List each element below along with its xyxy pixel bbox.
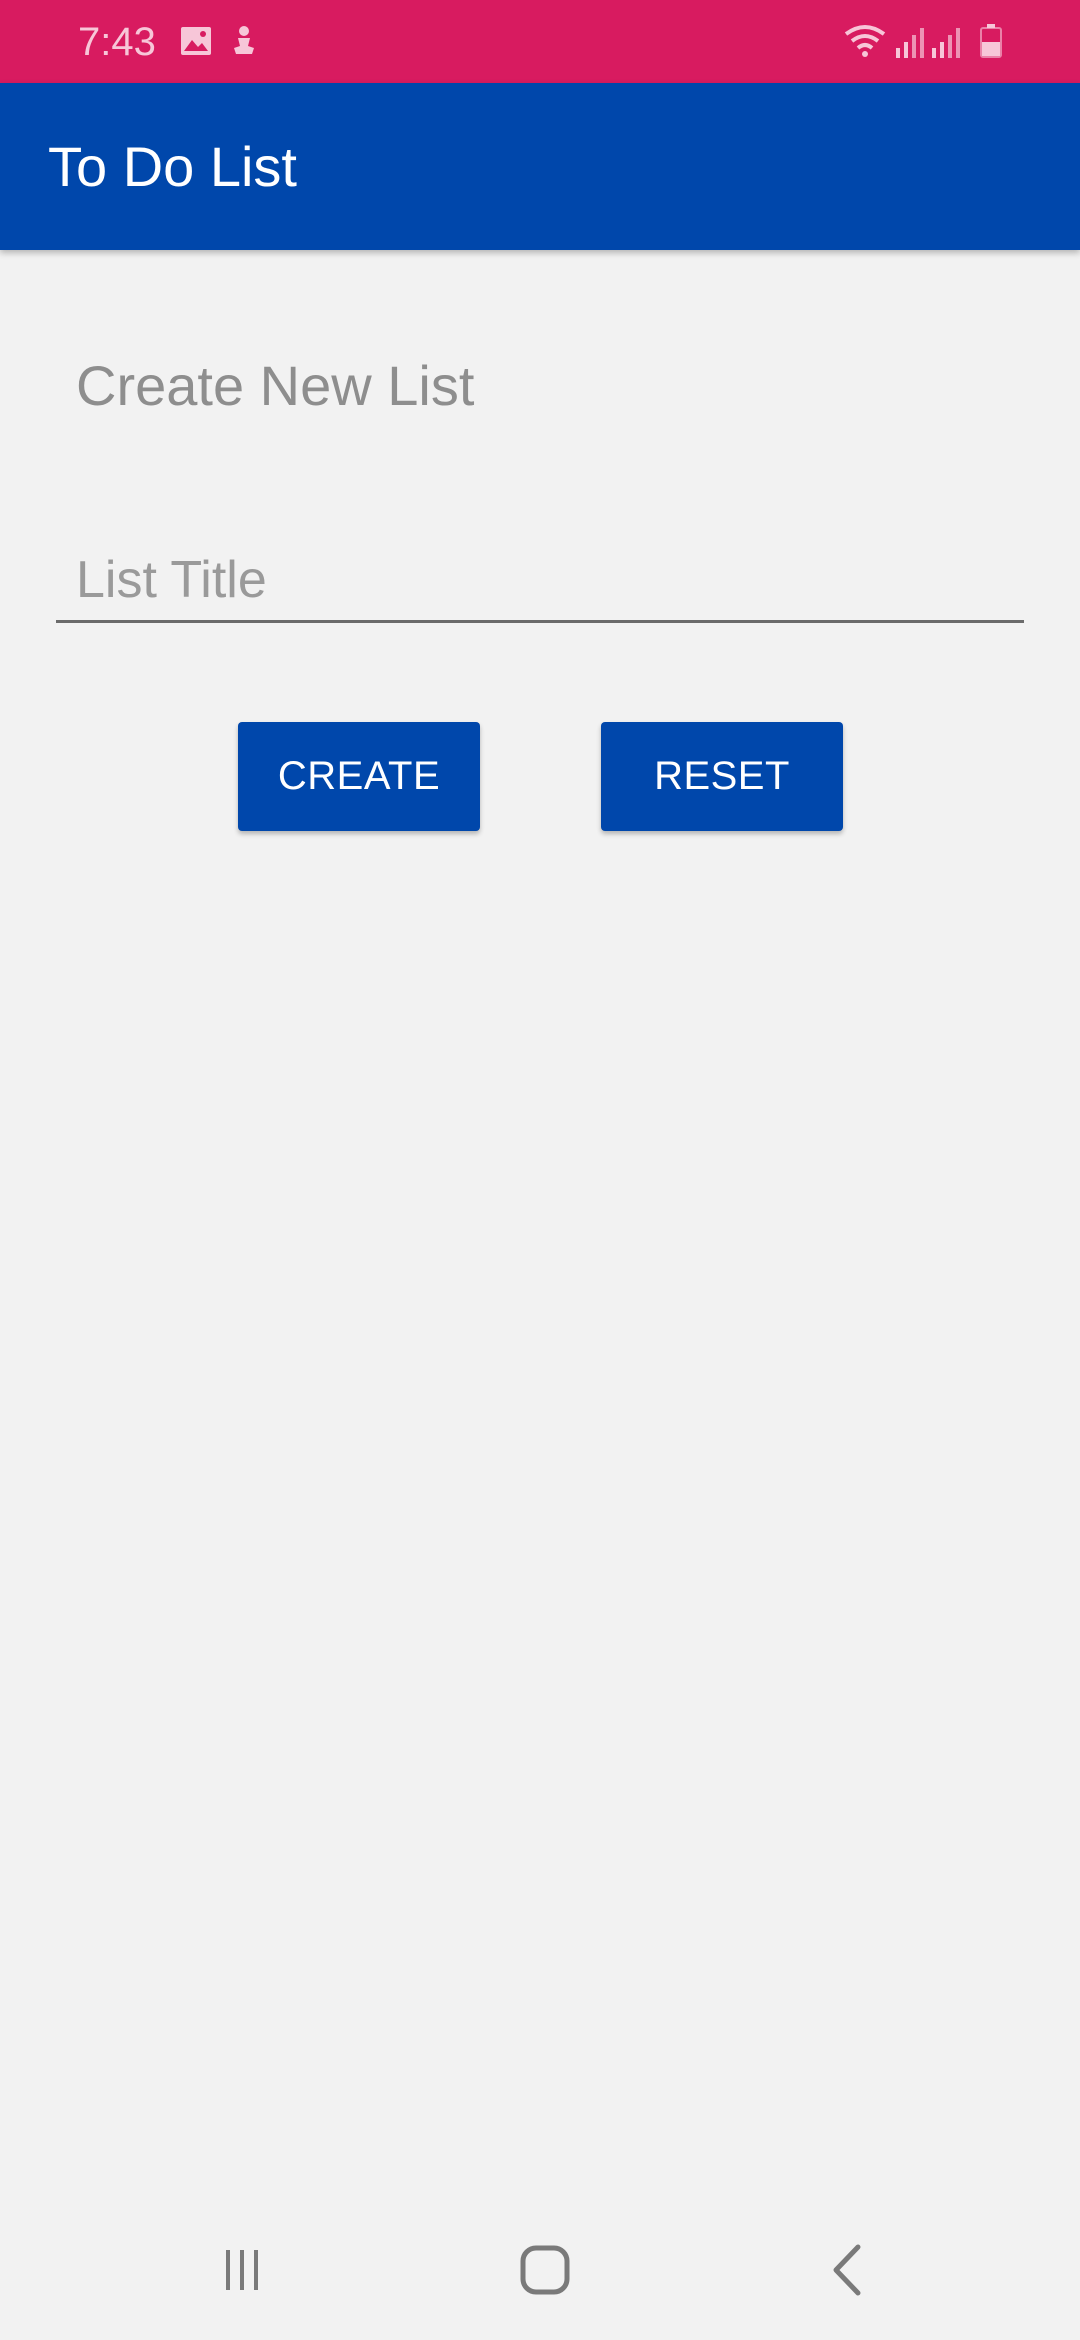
section-heading: Create New List bbox=[76, 354, 475, 417]
signal-icon-2 bbox=[932, 28, 960, 58]
battery-icon bbox=[980, 24, 1002, 58]
back-button[interactable] bbox=[748, 2200, 948, 2340]
status-bar: 7:43 bbox=[0, 0, 1080, 83]
app-title: To Do List bbox=[48, 135, 297, 198]
status-time: 7:43 bbox=[78, 20, 156, 64]
home-button[interactable] bbox=[445, 2200, 645, 2340]
signal-icon bbox=[896, 28, 924, 58]
app-notification-icon bbox=[234, 26, 254, 54]
home-icon bbox=[520, 2245, 570, 2295]
wifi-icon bbox=[844, 25, 886, 57]
recent-apps-icon bbox=[226, 2250, 258, 2290]
navigation-bar bbox=[0, 2200, 1080, 2340]
list-title-input[interactable] bbox=[76, 540, 1016, 620]
reset-button[interactable]: RESET bbox=[601, 722, 843, 831]
recent-apps-button[interactable] bbox=[142, 2200, 342, 2340]
image-icon bbox=[181, 27, 211, 55]
app-bar: To Do List bbox=[0, 83, 1080, 250]
back-icon bbox=[833, 2244, 861, 2296]
create-button[interactable]: CREATE bbox=[238, 722, 480, 831]
list-title-field bbox=[56, 540, 1024, 623]
